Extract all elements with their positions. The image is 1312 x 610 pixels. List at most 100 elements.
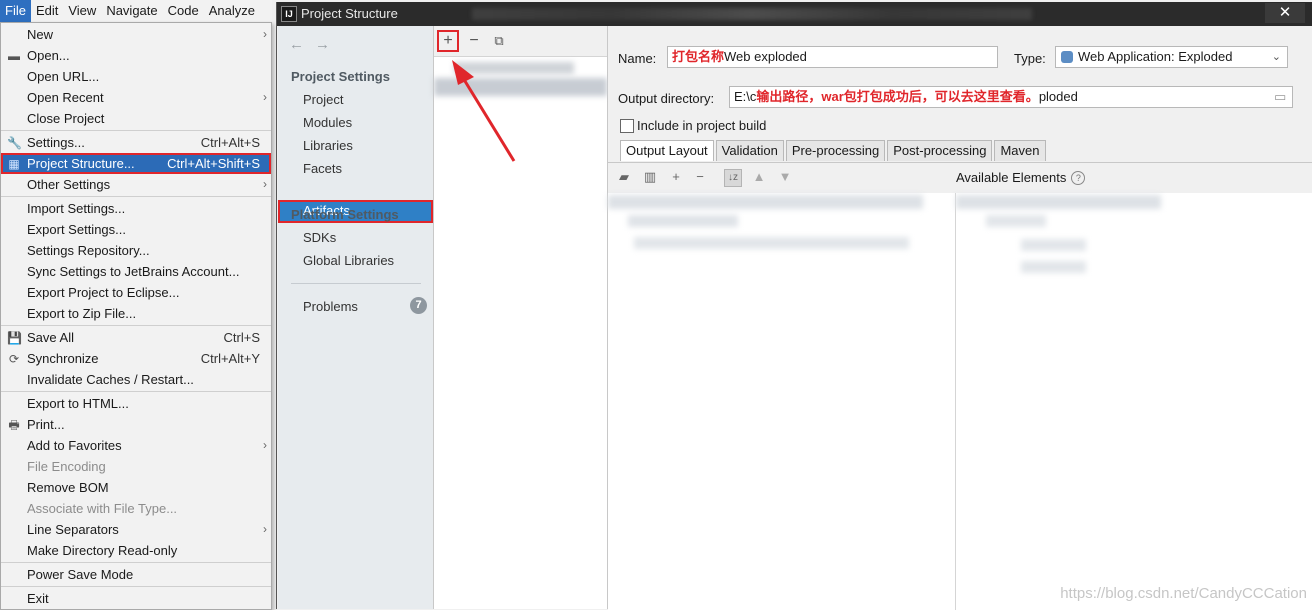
print-icon: 🖶 (8, 418, 20, 432)
menu-item-remove-bom[interactable]: Remove BOM (1, 477, 271, 498)
menu-bar: File Edit View Navigate Code Analyze (0, 0, 272, 22)
dialog-title: Project Structure (301, 6, 398, 21)
menu-item-open-recent[interactable]: Open Recent › (1, 87, 271, 108)
tab-output-layout[interactable]: Output Layout (620, 140, 714, 161)
nav-item-facets[interactable]: Facets (303, 161, 342, 176)
menu-item-label: Close Project (27, 111, 105, 126)
chevron-right-icon: › (263, 522, 267, 536)
menu-item-settings[interactable]: 🔧 Settings... Ctrl+Alt+S (1, 132, 271, 153)
menu-item-add-favorites[interactable]: Add to Favorites › (1, 435, 271, 456)
blurred-tree-row[interactable] (986, 215, 1046, 227)
output-prefix: E:\c (734, 89, 757, 104)
menu-item-line-separators[interactable]: Line Separators › (1, 519, 271, 540)
nav-item-problems[interactable]: Problems (303, 299, 358, 314)
menu-code[interactable]: Code (163, 0, 204, 22)
close-button[interactable]: ✕ (1265, 3, 1305, 23)
include-in-build-checkbox[interactable] (620, 119, 634, 133)
menu-item-new[interactable]: New › (1, 24, 271, 45)
back-arrow-icon[interactable]: ← (289, 36, 304, 53)
move-up-icon[interactable]: ▲ (751, 169, 767, 185)
type-select[interactable]: Web Application: Exploded ⌄ (1055, 46, 1288, 68)
archive-icon[interactable]: ▥ (642, 169, 658, 185)
menu-item-label: Invalidate Caches / Restart... (27, 372, 194, 387)
nav-item-sdks[interactable]: SDKs (303, 230, 336, 245)
forward-arrow-icon[interactable]: → (315, 36, 330, 53)
include-in-build-label: Include in project build (637, 118, 767, 133)
menu-item-label: Open URL... (27, 69, 100, 84)
blurred-tree-row[interactable] (1021, 261, 1086, 273)
output-directory-label: Output directory: (618, 91, 715, 106)
menu-item-print[interactable]: 🖶 Print... (1, 414, 271, 435)
copy-artifact-button[interactable]: ⧉ (490, 32, 508, 50)
menu-item-project-structure[interactable]: ▦ Project Structure... Ctrl+Alt+Shift+S (1, 153, 271, 174)
tab-post-processing[interactable]: Post-processing (887, 140, 993, 161)
menu-item-export-zip[interactable]: Export to Zip File... (1, 303, 271, 324)
move-down-icon[interactable]: ▼ (777, 169, 793, 185)
menu-item-export-eclipse[interactable]: Export Project to Eclipse... (1, 282, 271, 303)
menu-item-save-all[interactable]: 💾 Save All Ctrl+S (1, 327, 271, 348)
menu-item-label: Exit (27, 591, 49, 606)
menu-item-export-html[interactable]: Export to HTML... (1, 393, 271, 414)
menu-item-sync-settings[interactable]: Sync Settings to JetBrains Account... (1, 261, 271, 282)
menu-item-open-url[interactable]: Open URL... (1, 66, 271, 87)
tab-validation[interactable]: Validation (715, 140, 784, 161)
menu-item-make-read-only[interactable]: Make Directory Read-only (1, 540, 271, 561)
menu-item-close-project[interactable]: Close Project (1, 108, 271, 129)
blurred-tree-row[interactable] (628, 215, 738, 227)
nav-item-project[interactable]: Project (303, 92, 343, 107)
menu-item-settings-repository[interactable]: Settings Repository... (1, 240, 271, 261)
dialog-title-bar: IJ Project Structure ✕ (277, 2, 1312, 26)
browse-folder-icon[interactable]: ▭ (1274, 89, 1286, 105)
nav-item-global-libraries[interactable]: Global Libraries (303, 253, 394, 268)
menu-item-label: Open... (27, 48, 70, 63)
sync-icon: ⟳ (8, 352, 20, 366)
menu-item-label: Associate with File Type... (27, 501, 178, 516)
new-folder-icon[interactable]: ▰ (616, 169, 632, 185)
menu-item-synchronize[interactable]: ⟳ Synchronize Ctrl+Alt+Y (1, 348, 271, 369)
menu-item-power-save[interactable]: Power Save Mode (1, 564, 271, 585)
menu-view[interactable]: View (63, 0, 101, 22)
nav-item-modules[interactable]: Modules (303, 115, 352, 130)
tab-pre-processing[interactable]: Pre-processing (785, 140, 886, 161)
menu-item-label: File Encoding (27, 459, 106, 474)
annotation-arrow (452, 60, 516, 162)
web-app-icon (1061, 51, 1073, 63)
blurred-tree-row[interactable] (634, 237, 909, 249)
blurred-tree-row[interactable] (1021, 239, 1086, 251)
output-layout-tree[interactable] (608, 193, 956, 610)
menu-item-file-encoding[interactable]: File Encoding (1, 456, 271, 477)
menu-navigate[interactable]: Navigate (101, 0, 162, 22)
output-layout-toolbar: ▰ ▥ + − ↓z ▲ ▼ Available Elements? (608, 163, 1312, 193)
menu-item-exit[interactable]: Exit (1, 588, 271, 609)
menu-item-label: Make Directory Read-only (27, 543, 178, 558)
menu-item-other-settings[interactable]: Other Settings › (1, 174, 271, 195)
name-field[interactable]: 打包名称Web exploded (667, 46, 998, 68)
menu-file[interactable]: File (0, 0, 31, 22)
output-directory-field[interactable]: E:\c输出路径，war包打包成功后，可以去这里查看。ploded (729, 86, 1293, 108)
blurred-tree-row[interactable] (956, 195, 1161, 209)
menu-item-label: Export to Zip File... (27, 306, 137, 321)
blurred-tree-row[interactable] (608, 195, 923, 209)
menu-item-export-settings[interactable]: Export Settings... (1, 219, 271, 240)
remove-artifact-button[interactable]: − (465, 32, 483, 50)
available-elements-tree[interactable] (956, 193, 1312, 610)
project-structure-icon: ▦ (8, 157, 20, 171)
menu-item-import-settings[interactable]: Import Settings... (1, 198, 271, 219)
nav-item-libraries[interactable]: Libraries (303, 138, 353, 153)
menu-item-label: Export to HTML... (27, 396, 129, 411)
menu-analyze[interactable]: Analyze (204, 0, 260, 22)
menu-edit[interactable]: Edit (31, 0, 63, 22)
menu-item-shortcut: Ctrl+S (223, 330, 260, 345)
sort-icon[interactable]: ↓z (724, 169, 742, 187)
help-icon[interactable]: ? (1071, 171, 1086, 185)
menu-item-label: Print... (27, 417, 65, 432)
menu-item-shortcut: Ctrl+Alt+Y (200, 351, 260, 366)
menu-item-open[interactable]: ▬ Open... (1, 45, 271, 66)
menu-item-invalidate-caches[interactable]: Invalidate Caches / Restart... (1, 369, 271, 390)
add-icon[interactable]: + (668, 169, 684, 185)
menu-item-associate-file-type[interactable]: Associate with File Type... (1, 498, 271, 519)
tab-maven[interactable]: Maven (994, 140, 1046, 161)
remove-icon[interactable]: − (692, 169, 708, 185)
add-artifact-button[interactable]: + (437, 30, 459, 52)
menu-item-label: Settings Repository... (27, 243, 150, 258)
